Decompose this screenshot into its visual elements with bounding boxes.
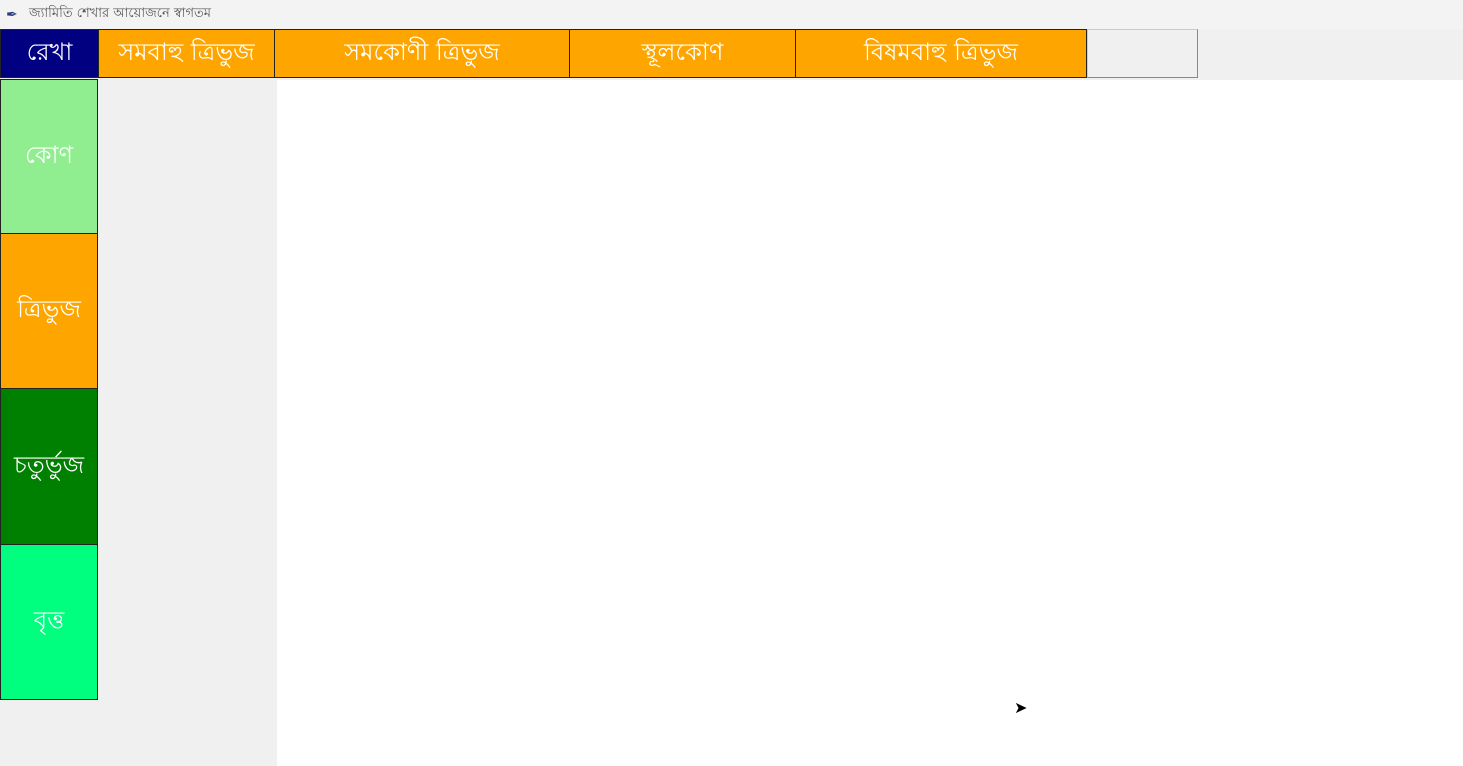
title-bar: ✒ জ্যামিতি শেখার আয়োজনে স্বাগতম xyxy=(0,0,1463,29)
equilateral-triangle-button[interactable]: সমবাহু ত্রিভুজ xyxy=(98,29,275,78)
mouse-cursor-icon: ➤ xyxy=(1014,698,1028,717)
blank-button[interactable] xyxy=(1087,29,1198,78)
quadrilateral-button[interactable]: চতুর্ভুজ xyxy=(0,388,98,545)
triangle-button[interactable]: ত্রিভুজ xyxy=(0,233,98,389)
circle-button[interactable]: বৃত্ত xyxy=(0,544,98,700)
window-title: জ্যামিতি শেখার আয়োজনে স্বাগতম xyxy=(29,6,212,21)
line-button[interactable]: রেখা xyxy=(0,29,99,78)
side-panel: কোণ ত্রিভুজ চতুর্ভুজ বৃত্ত xyxy=(0,79,277,766)
top-toolbar: রেখা সমবাহু ত্রিভুজ সমকোণী ত্রিভুজ স্থূল… xyxy=(0,29,1463,80)
canvas-area[interactable] xyxy=(277,80,1463,766)
right-triangle-button[interactable]: সমকোণী ত্রিভুজ xyxy=(274,29,570,78)
feather-icon: ✒ xyxy=(6,6,18,23)
scalene-triangle-button[interactable]: বিষমবাহু ত্রিভুজ xyxy=(795,29,1087,78)
obtuse-angle-button[interactable]: স্থূলকোণ xyxy=(569,29,796,78)
angle-button[interactable]: কোণ xyxy=(0,79,98,234)
